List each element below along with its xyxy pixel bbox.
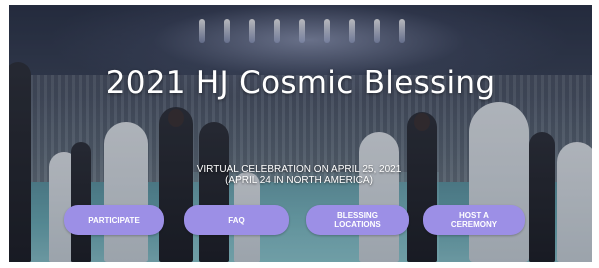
hero-banner: 2021 HJ Cosmic Blessing VIRTUAL CELEBRAT… [9, 5, 592, 262]
subtitle-line: VIRTUAL CELEBRATION ON APRIL 25, 2021 [196, 164, 402, 175]
subtitle-line: (APRIL 24 IN NORTH AMERICA) [225, 175, 373, 186]
participate-button[interactable]: PARTICIPATE [64, 205, 164, 235]
page-frame: 2021 HJ Cosmic Blessing VIRTUAL CELEBRAT… [0, 0, 599, 268]
blessing-locations-button[interactable]: BLESSING LOCATIONS [306, 205, 409, 235]
faq-button[interactable]: FAQ [184, 205, 289, 235]
host-a-ceremony-button[interactable]: HOST A CEREMONY [423, 205, 525, 235]
page-title: 2021 HJ Cosmic Blessing [105, 65, 496, 101]
event-date-subtitle: VIRTUAL CELEBRATION ON APRIL 25, 2021 (A… [149, 164, 449, 186]
